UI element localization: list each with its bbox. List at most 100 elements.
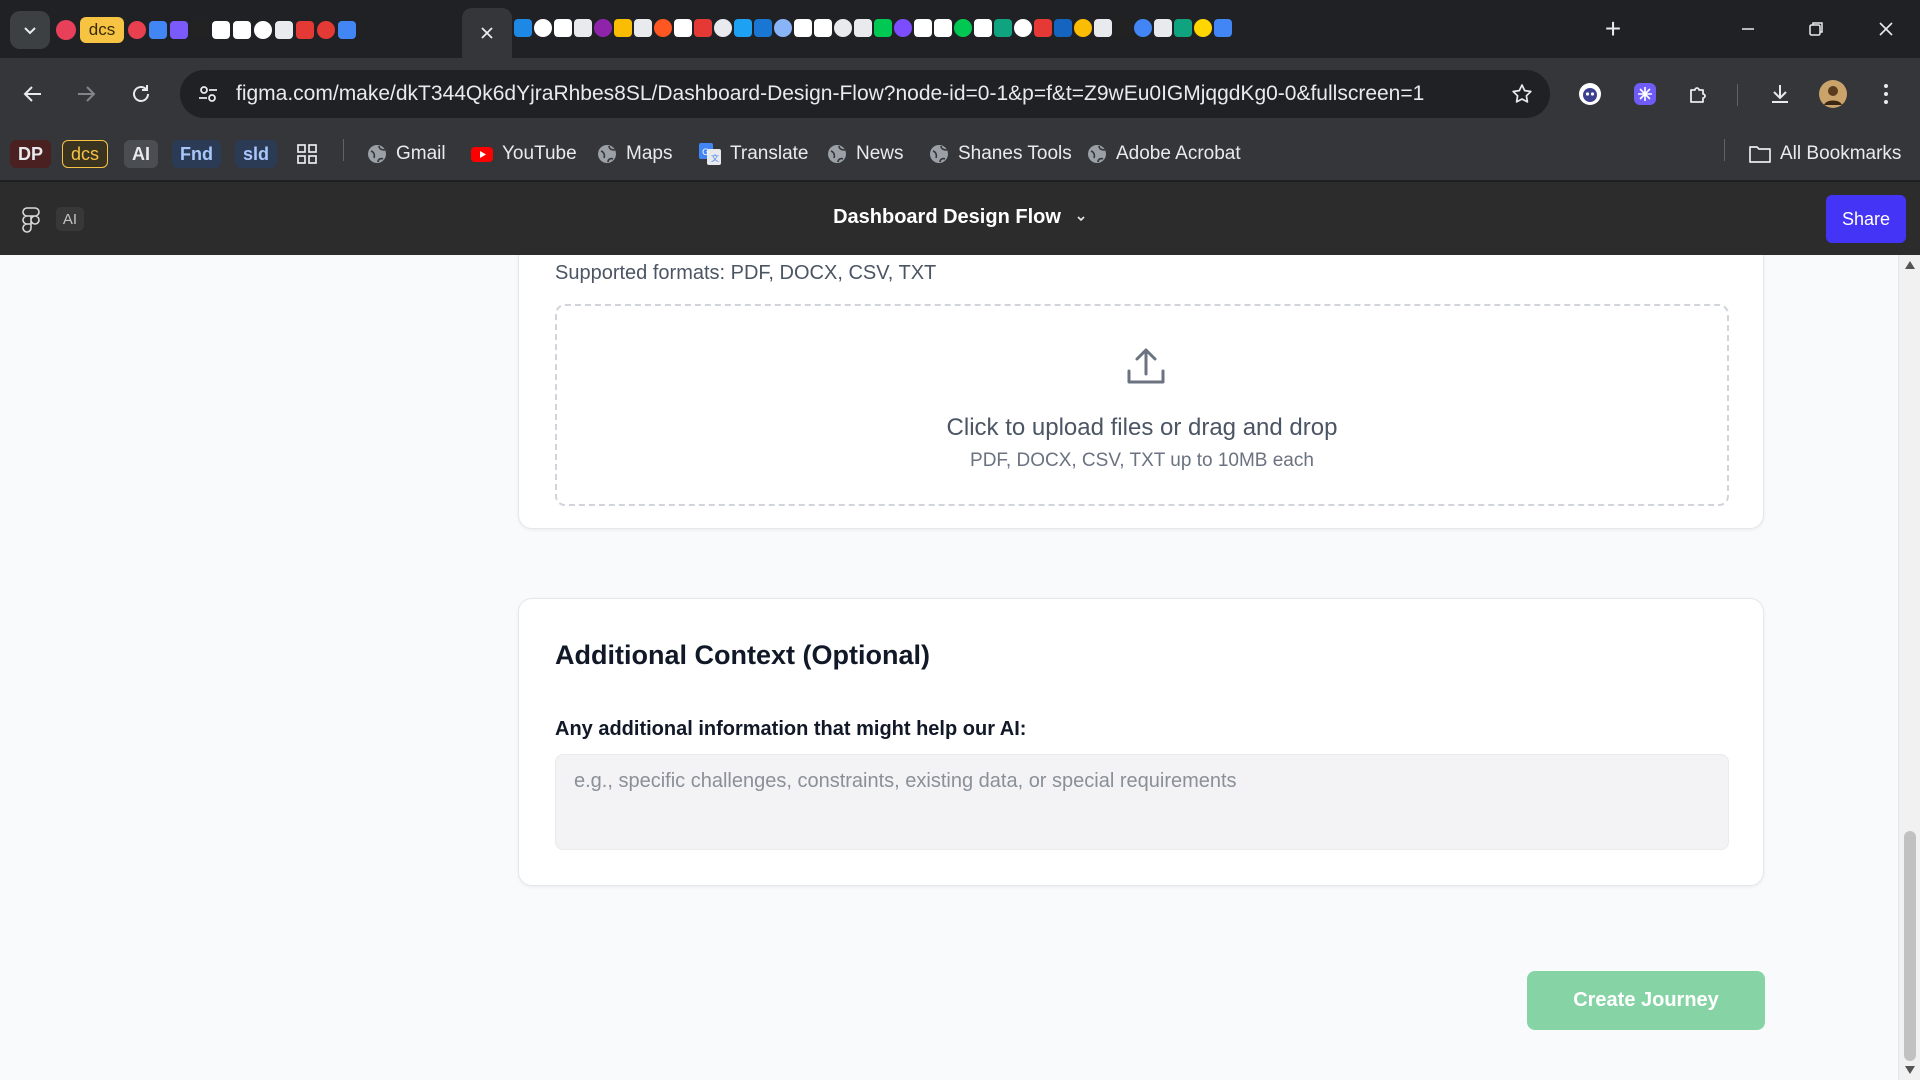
url-text[interactable]: figma.com/make/dkT344Qk6dYjraRhbes8SL/Da… (236, 82, 1424, 106)
tab-favicon-icon[interactable] (1214, 19, 1232, 37)
globe-icon (930, 145, 948, 163)
bookmark-shanes-tools[interactable]: Shanes Tools (928, 139, 1072, 169)
back-button[interactable] (13, 74, 53, 114)
tab-favicon-icon[interactable] (317, 21, 335, 39)
chrome-menu-icon[interactable] (1868, 76, 1904, 112)
tab-favicon-icon[interactable] (233, 21, 251, 39)
all-bookmarks-button[interactable]: All Bookmarks (1748, 139, 1901, 169)
tab-favicon-icon[interactable] (338, 21, 356, 39)
file-dropzone[interactable]: Click to upload files or drag and drop P… (555, 304, 1729, 506)
tab-favicon-icon[interactable] (1054, 19, 1072, 37)
tab-favicon-icon[interactable] (994, 19, 1012, 37)
tab-favicon-icon[interactable] (574, 19, 592, 37)
tab-favicon-icon[interactable] (914, 19, 932, 37)
figma-logo-icon[interactable] (18, 206, 44, 234)
folder-icon (1749, 146, 1771, 163)
address-bar[interactable]: figma.com/make/dkT344Qk6dYjraRhbes8SL/Da… (180, 70, 1550, 118)
close-window-button[interactable] (1866, 14, 1906, 44)
pinned-tabs: dcs (56, 16, 356, 44)
restore-button[interactable] (1796, 14, 1836, 44)
tab-favicon-icon[interactable] (554, 19, 572, 37)
extension-sparkle-icon[interactable] (1627, 76, 1663, 112)
minimize-button[interactable] (1728, 14, 1768, 44)
tab-favicon-icon[interactable] (1174, 19, 1192, 37)
bookmark-ai[interactable]: AI (124, 139, 158, 169)
tab-favicon-icon[interactable] (954, 19, 972, 37)
bookmark-sld[interactable]: sld (235, 139, 278, 169)
create-journey-button[interactable]: Create Journey (1527, 971, 1765, 1030)
bookmark-star-icon[interactable] (1506, 78, 1538, 110)
tab-favicon-icon[interactable] (754, 19, 772, 37)
tab-favicon-icon[interactable] (275, 21, 293, 39)
bookmark-dp[interactable]: DP (10, 139, 52, 169)
active-tab[interactable] (462, 8, 512, 58)
tab-favicon-icon[interactable] (212, 21, 230, 39)
bookmark-gmail[interactable]: Gmail (366, 139, 446, 169)
tab-favicon-icon[interactable] (1134, 19, 1152, 37)
profile-avatar[interactable] (1815, 76, 1851, 112)
tab-favicon-icon[interactable] (834, 19, 852, 37)
file-title-dropdown[interactable]: Dashboard Design Flow (833, 206, 1087, 229)
scroll-up-arrow-icon[interactable] (1905, 261, 1915, 269)
tab-favicon-icon[interactable] (634, 19, 652, 37)
extensions-puzzle-icon[interactable] (1681, 76, 1717, 112)
site-info-icon[interactable] (192, 78, 224, 110)
tab-favicon-icon[interactable] (974, 19, 992, 37)
tab-favicon-icon[interactable] (1034, 19, 1052, 37)
tab-favicon-icon[interactable] (128, 21, 146, 39)
tab-favicon-icon[interactable] (191, 21, 209, 39)
tab-favicon-icon[interactable] (1154, 19, 1172, 37)
tab-favicon-icon[interactable] (254, 21, 272, 39)
tab-favicon-icon[interactable] (1094, 19, 1112, 37)
tab-favicon-icon[interactable] (1114, 19, 1132, 37)
bookmark-youtube[interactable]: YouTube (470, 139, 577, 169)
tab-favicon-icon[interactable] (1194, 19, 1212, 37)
bookmark-label: YouTube (502, 143, 577, 164)
tab-favicon-icon[interactable] (594, 19, 612, 37)
tab-favicon-icon[interactable] (170, 21, 188, 39)
dcs-badge-icon[interactable]: dcs (80, 17, 124, 43)
tab-favicon-icon[interactable] (674, 19, 692, 37)
bookmark-fnd[interactable]: Fnd (172, 139, 221, 169)
bookmark-news[interactable]: News (826, 139, 904, 169)
tab-favicon-icon[interactable] (794, 19, 812, 37)
share-button[interactable]: Share (1826, 195, 1906, 243)
bookmark-translate[interactable]: G文 Translate (698, 139, 809, 169)
tab-favicon-icon[interactable] (614, 19, 632, 37)
tab-favicon-icon[interactable] (149, 21, 167, 39)
extension-ghost-icon[interactable] (1572, 76, 1608, 112)
scroll-down-arrow-icon[interactable] (1905, 1066, 1915, 1074)
download-icon[interactable] (1762, 76, 1798, 112)
tab-favicon-icon[interactable] (514, 19, 532, 37)
bookmark-label: Shanes Tools (958, 143, 1072, 164)
scrollbar-thumb[interactable] (1904, 831, 1916, 1061)
tab-search-button[interactable] (10, 11, 50, 49)
apps-grid-button[interactable] (296, 139, 318, 169)
close-icon[interactable] (480, 26, 494, 40)
tab-favicon-icon[interactable] (934, 19, 952, 37)
bookmark-dcs[interactable]: dcs (62, 139, 109, 169)
tab-favicon-icon[interactable] (1074, 19, 1092, 37)
bookmark-maps[interactable]: Maps (596, 139, 672, 169)
tab-favicon-icon[interactable] (894, 19, 912, 37)
page-scrollbar[interactable] (1898, 255, 1920, 1080)
new-tab-button[interactable]: + (1598, 14, 1628, 44)
tab-favicon-icon[interactable] (874, 19, 892, 37)
tab-favicon-icon[interactable] (814, 19, 832, 37)
bookmark-label: Translate (730, 143, 809, 164)
tab-favicon-icon[interactable] (714, 19, 732, 37)
tab-favicon-icon[interactable] (774, 19, 792, 37)
forward-button[interactable] (66, 74, 106, 114)
tab-favicon-icon[interactable] (296, 21, 314, 39)
tab-favicon-icon[interactable] (654, 19, 672, 37)
tab-favicon-icon[interactable] (534, 19, 552, 37)
bookmark-adobe-acrobat[interactable]: Adobe Acrobat (1086, 139, 1241, 169)
tab-favicon-icon[interactable] (734, 19, 752, 37)
reload-button[interactable] (121, 74, 161, 114)
tab-favicon-icon[interactable] (1014, 19, 1032, 37)
additional-context-textarea[interactable] (555, 754, 1729, 850)
chevron-down-icon (24, 27, 36, 35)
tab-favicon-icon[interactable] (854, 19, 872, 37)
lotus-icon[interactable] (56, 20, 76, 40)
tab-favicon-icon[interactable] (694, 19, 712, 37)
